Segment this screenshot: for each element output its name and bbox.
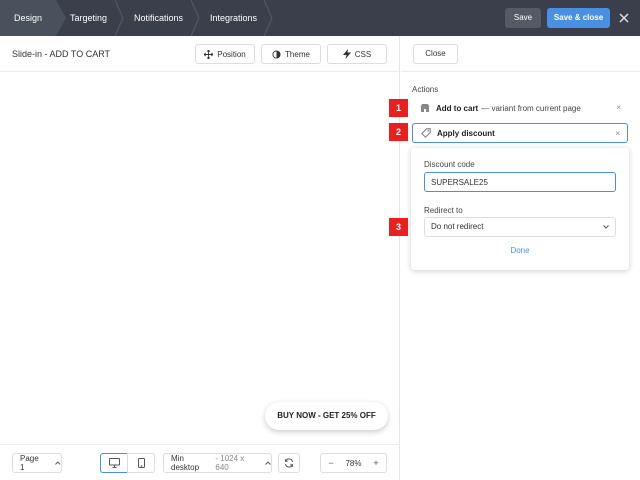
theme-button[interactable]: Theme: [261, 44, 321, 64]
zoom-control: − 78% +: [320, 453, 387, 473]
theme-label: Theme: [285, 49, 310, 59]
position-label: Position: [217, 49, 246, 59]
panel-header: Close: [401, 36, 640, 72]
rotate-button[interactable]: [278, 453, 300, 473]
tab-separator-icon: [115, 0, 124, 36]
lightning-icon: [342, 49, 351, 59]
tab-integrations[interactable]: Integrations: [196, 0, 270, 36]
store-icon: [420, 104, 430, 112]
screen-size-value: - 1024 x 640: [215, 454, 245, 472]
rotate-icon: [284, 458, 294, 468]
screen-size-select[interactable]: Min desktop - 1024 x 640: [163, 453, 272, 473]
action-title: Apply discount: [437, 128, 495, 138]
step-badge: 3: [389, 218, 408, 236]
tab-separator-icon: [191, 0, 200, 36]
tab-separator-icon: [264, 0, 273, 36]
chevron-down-icon: [603, 225, 609, 229]
page-select[interactable]: Page 1: [12, 453, 62, 473]
action-subtitle: — variant from current page: [481, 103, 581, 113]
zoom-out-button[interactable]: −: [321, 458, 341, 468]
tab-targeting-label: Targeting: [70, 13, 108, 23]
screen-size-label: Min desktop: [171, 454, 200, 472]
action-title: Add to cart: [436, 103, 479, 113]
redirect-label: Redirect to: [424, 206, 463, 215]
desktop-view-button[interactable]: [100, 453, 128, 473]
action-apply-discount[interactable]: Apply discount ×: [412, 123, 628, 143]
discount-popover: Discount code Redirect to Do not redirec…: [411, 148, 629, 270]
step-badge: 2: [389, 123, 408, 141]
zoom-level: 78%: [345, 458, 362, 468]
tab-targeting[interactable]: Targeting: [56, 0, 120, 36]
zoom-in-button[interactable]: +: [366, 458, 386, 468]
contrast-icon: [272, 49, 281, 59]
save-close-button[interactable]: Save & close: [547, 8, 610, 28]
css-button[interactable]: CSS: [327, 44, 387, 64]
discount-code-input[interactable]: [424, 172, 616, 192]
tab-design[interactable]: Design: [0, 0, 66, 36]
redirect-select-value: Do not redirect: [431, 222, 484, 231]
done-button[interactable]: Done: [411, 246, 629, 255]
save-button[interactable]: Save: [505, 8, 541, 28]
mobile-icon: [137, 458, 145, 468]
tab-notifications-label: Notifications: [134, 13, 184, 23]
move-icon: [204, 49, 214, 59]
close-panel-button[interactable]: Close: [413, 44, 458, 64]
page-select-value: Page 1: [20, 454, 39, 472]
chevron-up-icon: [265, 461, 271, 465]
tag-icon: [421, 128, 431, 138]
mobile-view-button[interactable]: [127, 453, 155, 473]
top-bar: Design Targeting Notifications Integrati…: [0, 0, 640, 36]
remove-action-button[interactable]: ×: [615, 129, 620, 138]
chevron-up-icon: [55, 461, 61, 465]
redirect-select[interactable]: Do not redirect: [424, 217, 616, 237]
tab-notifications[interactable]: Notifications: [120, 0, 196, 36]
action-add-to-cart[interactable]: Add to cart — variant from current page …: [412, 98, 628, 118]
css-label: CSS: [354, 49, 372, 59]
desktop-icon: [108, 458, 120, 468]
tab-integrations-label: Integrations: [210, 13, 258, 23]
cta-button[interactable]: BUY NOW - GET 25% OFF: [265, 402, 388, 430]
actions-heading: Actions: [412, 85, 439, 94]
position-button[interactable]: Position: [195, 44, 255, 64]
step-badge: 1: [389, 99, 408, 117]
page-title: Slide-in - ADD TO CART: [12, 49, 111, 59]
actions-panel: Close Actions Add to cart — variant from…: [401, 36, 640, 480]
canvas-header: Slide-in - ADD TO CART Position Theme CS…: [0, 36, 400, 72]
discount-code-label: Discount code: [424, 160, 475, 169]
close-icon[interactable]: [616, 10, 632, 26]
remove-action-button[interactable]: ×: [616, 103, 621, 112]
canvas-area: Slide-in - ADD TO CART Position Theme CS…: [0, 36, 400, 480]
canvas-footer: Page 1 Min desktop - 1024 x 640 − 78% +: [0, 444, 400, 480]
tab-design-label: Design: [14, 13, 43, 23]
